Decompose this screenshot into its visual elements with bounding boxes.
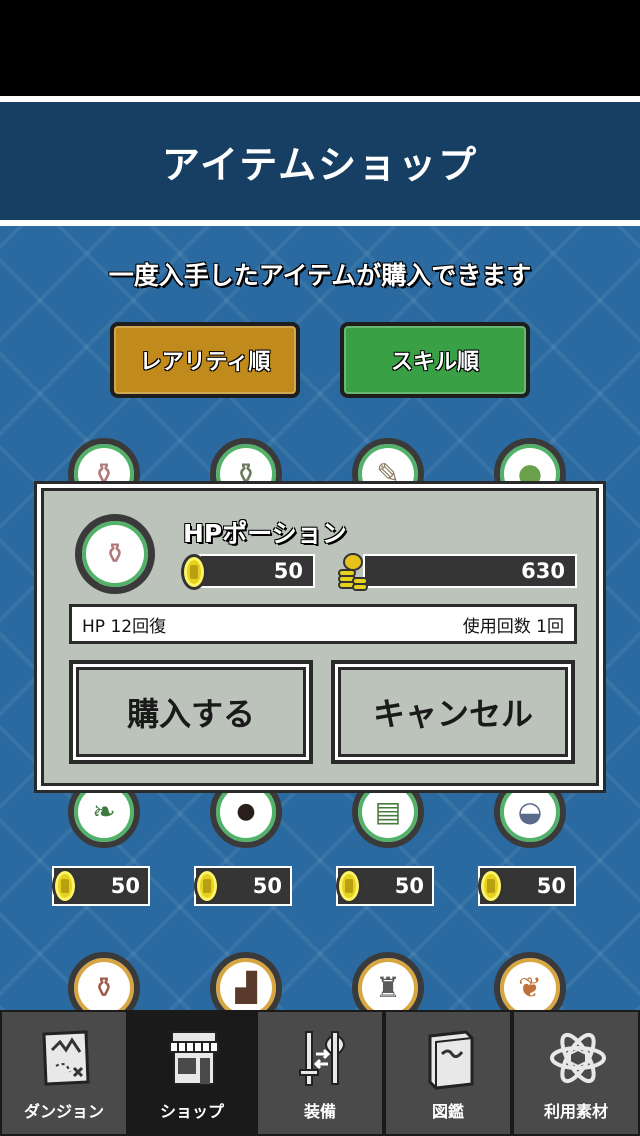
bottom-nav: ダンジョン ショップ 装備 図鑑 利用素材 [0,1010,640,1136]
coin-icon [194,868,220,904]
nav-item-equipment[interactable]: 装備 [256,1010,384,1136]
page-header: アイテムショップ [0,96,640,226]
nav-label: 装備 [303,1102,336,1121]
equipment-icon [299,1031,345,1086]
sort-rarity-button[interactable]: レアリティ順 [110,322,300,398]
item-price-bar: 50 [199,554,315,588]
coin-icon [52,868,78,904]
fish-icon: ◒ [517,795,543,828]
map-icon [42,1030,90,1086]
drumstick-icon: ❦ [518,971,542,1004]
nav-item-shop[interactable]: ショップ [128,1010,256,1136]
nav-label: 図鑑 [431,1102,464,1121]
shop-item[interactable]: ▟ [210,952,282,1010]
coin-icon [336,868,362,904]
shop-item[interactable]: ♜ [352,952,424,1010]
item-effect: HP 12回復 [82,616,167,637]
item-name: HPポーション [183,519,347,548]
price-value: 50 [252,874,282,898]
price-value: 50 [110,874,140,898]
shop-item[interactable]: ❦ [494,952,566,1010]
item-price-value: 50 [273,559,303,583]
price-value: 50 [536,874,566,898]
item-info-bar: HP 12回復 使用回数 1回 [69,604,577,644]
item-uses: 使用回数 1回 [462,616,564,637]
nav-label: 利用素材 [543,1102,608,1121]
coin-icon [181,554,207,590]
nav-label: ダンジョン [23,1102,104,1121]
armor-icon: ♜ [375,971,401,1004]
atom-icon [550,1032,606,1084]
cancel-button[interactable]: キャンセル [331,660,575,764]
shop-subtitle: 一度入手したアイテムが購入できます [108,261,532,290]
potion-icon: ⚱ [103,537,127,570]
nav-item-encyclopedia[interactable]: 図鑑 [384,1010,512,1136]
price-value: 50 [394,874,424,898]
boots-icon: ▟ [235,971,257,1004]
book-icon [428,1030,474,1090]
bomb-icon: ● [236,799,256,824]
purchase-dialog: ⚱ HPポーション 50 630 HP 12回復 使用回数 1回 購入する キャ… [37,484,603,790]
page-title: アイテムショップ [161,142,479,187]
buy-button[interactable]: 購入する [69,660,313,764]
bean-icon: ❧ [92,795,116,828]
status-bar [0,0,640,96]
nav-item-dungeon[interactable]: ダンジョン [0,1010,128,1136]
coin-icon [478,868,504,904]
money-bag-icon [338,553,368,591]
nav-label: ショップ [159,1102,224,1121]
item-icon-frame: ⚱ [75,514,155,594]
player-money-bar: 630 [363,554,577,588]
shop-item[interactable]: ⚱ [68,952,140,1010]
shop-icon [169,1031,219,1085]
player-money-value: 630 [521,559,565,583]
sort-skill-button[interactable]: スキル順 [340,322,530,398]
nav-item-materials[interactable]: 利用素材 [512,1010,640,1136]
potion-icon: ⚱ [92,971,116,1004]
scroll-icon: ▤ [374,795,402,828]
